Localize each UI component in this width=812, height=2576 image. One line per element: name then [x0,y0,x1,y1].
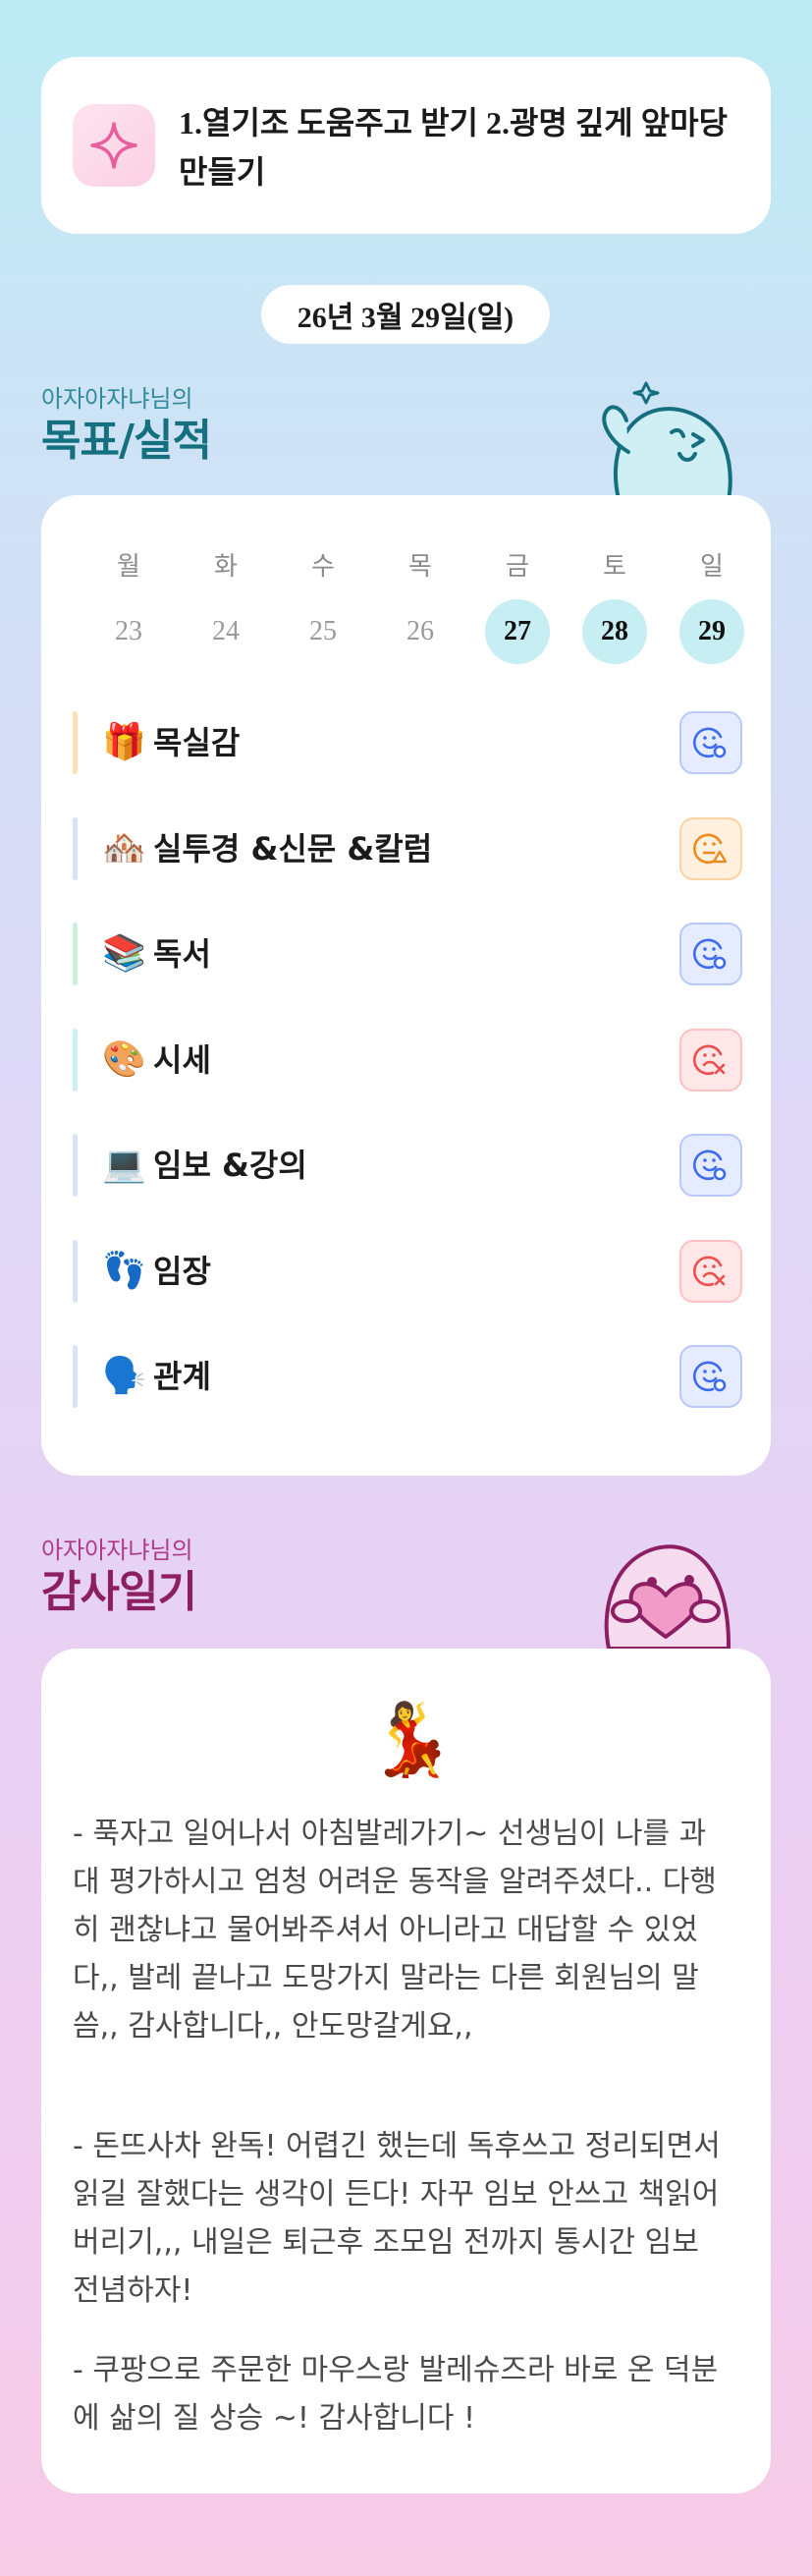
goal-color-bar [73,711,78,774]
gratitude-section-title: 감사일기 [41,1567,197,1617]
gratitude-paragraph-3: - 쿠팡으로 주문한 마우스랑 발레슈즈라 바로 온 덕분 에 삶의 질 상승 … [73,2353,719,2436]
goal-row[interactable]: 🗣️ 관계 [73,1343,742,1410]
goal-color-bar [73,816,78,880]
goal-label: 임보 &강의 [153,1147,307,1184]
status-partial-icon[interactable] [679,816,742,880]
date-cell[interactable]: 23 [96,599,161,664]
weekday-header-row: 월화수목금토일 [96,544,744,584]
weekday-label: 일 [700,551,724,582]
goal-emoji-icon: 🗣️ [102,1356,146,1396]
status-done-icon[interactable] [679,711,742,774]
date-cell[interactable]: 26 [388,599,453,664]
goal-emoji-icon: 💻 [102,1145,146,1185]
status-failed-icon[interactable] [679,1028,742,1092]
goal-emoji-icon: 🏘️ [102,827,146,868]
goal-row[interactable]: 🎨 시세 [73,1027,742,1093]
status-failed-icon[interactable] [679,1239,742,1303]
goal-label: 임장 [153,1252,211,1290]
date-cell[interactable]: 28 [582,599,647,664]
status-done-icon[interactable] [679,923,742,985]
header-goal-text: 1.열기조 도움주고 받기 2.광명 깊게 앞마당 만들기 [179,105,729,190]
weekday-label: 목 [408,551,432,582]
date-cell[interactable]: 25 [291,599,355,664]
status-done-icon[interactable] [679,1345,742,1408]
goal-color-bar [73,923,78,985]
goal-color-bar [73,1134,78,1197]
weekday-label: 화 [214,551,238,582]
goal-color-bar [73,1028,78,1092]
status-done-icon[interactable] [679,1134,742,1197]
goal-emoji-icon: 🎁 [102,722,146,762]
goal-row[interactable]: 🏘️ 실투경 &신문 &칼럼 [73,815,742,882]
goals-card: 월 화 수 목 금 토 일 23 24 25 26 27 28 29 🎁 목실감 🏘️ 실투경 &신문 &칼럼… [41,495,771,1476]
week-date-row: 23 24 25 26 27 28 29 [96,599,744,664]
weekday-label: 월 [117,551,140,582]
goal-row[interactable]: 🎁 목실감 [73,709,742,776]
weekday-label: 수 [311,551,335,582]
goal-label: 관계 [153,1358,211,1395]
gratitude-card: 💃 - 푹자고 일어나서 아침발레가기~ 선생님이 나를 과 대 평가하시고 엄… [41,1649,771,2493]
sparkle-icon [73,104,155,187]
date-cell[interactable]: 24 [193,599,258,664]
ghost-mascot-icon [602,381,732,499]
date-cell[interactable]: 27 [485,599,550,664]
goal-color-bar [73,1345,78,1408]
goal-row[interactable]: 💻 임보 &강의 [73,1132,742,1199]
goal-label: 목실감 [153,724,241,761]
date-cell[interactable]: 29 [679,599,744,664]
goal-label: 실투경 &신문 &칼럼 [153,829,433,868]
goal-color-bar [73,1239,78,1303]
weekday-label: 토 [603,551,626,582]
dancer-emoji: 💃 [367,1698,456,1780]
goal-label: 독서 [153,935,211,973]
gratitude-paragraph-1: - 푹자고 일어나서 아침발레가기~ 선생님이 나를 과 대 평가하시고 엄청 … [73,1817,717,2044]
goal-emoji-icon: 📚 [102,933,146,974]
weekday-label: 금 [506,551,529,582]
goal-emoji-icon: 👣 [102,1250,146,1291]
heart-mascot-icon [604,1544,731,1649]
date-pill[interactable]: 26년 3월 29일(일) [261,285,550,344]
goal-row[interactable]: 👣 임장 [73,1238,742,1305]
gratitude-paragraph-2: - 돈뜨사차 완독! 어렵긴 했는데 독후쓰고 정리되면서 읽길 잘했다는 생각… [73,2129,721,2308]
goal-header-card: 1.열기조 도움주고 받기 2.광명 깊게 앞마당 만들기 [41,57,771,234]
goal-label: 시세 [153,1040,211,1079]
goal-row[interactable]: 📚 독서 [73,921,742,987]
goal-emoji-icon: 🎨 [102,1038,146,1080]
goals-section-title: 목표/실적 [41,416,212,466]
